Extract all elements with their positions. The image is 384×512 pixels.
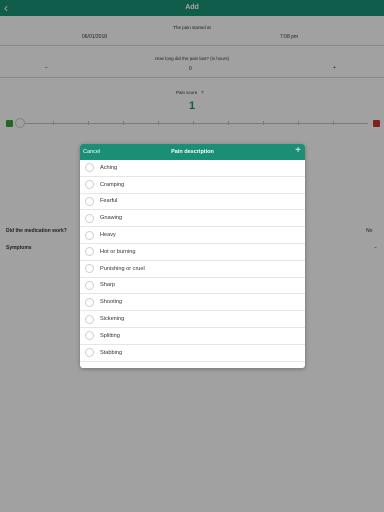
list-item-label: Aching xyxy=(100,164,118,171)
list-item-label: Hot or burning xyxy=(100,248,136,255)
pain-description-dialog: Cancel Pain description + Aching Crampin… xyxy=(80,144,305,368)
list-item-label: Sharp xyxy=(100,282,115,289)
list-item[interactable]: Aching xyxy=(80,160,305,177)
add-icon[interactable]: + xyxy=(295,145,301,157)
list-item-label: Shooting xyxy=(100,299,123,306)
list-item-label: Cramping xyxy=(100,181,125,188)
radio-icon[interactable] xyxy=(85,180,94,190)
radio-icon[interactable] xyxy=(85,163,94,173)
list-item[interactable]: Shooting xyxy=(80,294,305,312)
list-item[interactable]: Cramping xyxy=(80,177,305,194)
radio-icon[interactable] xyxy=(85,331,94,341)
pain-description-list[interactable]: Aching Cramping Fearful Gnawing Heavy Ho… xyxy=(80,160,305,368)
radio-icon[interactable] xyxy=(85,297,94,307)
list-item-label: Heavy xyxy=(100,232,116,239)
list-item[interactable]: Sickening xyxy=(80,311,305,328)
radio-icon[interactable] xyxy=(85,264,94,274)
list-item-label: Punishing or cruel xyxy=(100,265,145,272)
list-item[interactable]: Punishing or cruel xyxy=(80,261,305,278)
list-item[interactable]: Sharp xyxy=(80,278,305,295)
radio-icon[interactable] xyxy=(85,196,94,206)
radio-icon[interactable] xyxy=(85,247,94,257)
list-item[interactable]: Fearful xyxy=(80,194,305,211)
dialog-header: Cancel Pain description + xyxy=(80,144,305,160)
list-item-label: Splitting xyxy=(100,332,120,339)
radio-icon[interactable] xyxy=(85,213,94,223)
list-item-label: Fearful xyxy=(100,198,118,205)
dialog-title: Pain description xyxy=(171,149,214,155)
radio-icon[interactable] xyxy=(85,314,94,324)
list-item[interactable]: Splitting xyxy=(80,328,305,345)
list-item-label: Sickening xyxy=(100,316,125,323)
list-item-label: Stabbing xyxy=(100,349,123,356)
radio-icon[interactable] xyxy=(85,230,94,240)
list-item-label: Gnawing xyxy=(100,215,123,222)
list-item[interactable]: Stabbing xyxy=(80,345,305,362)
list-item[interactable]: Gnawing xyxy=(80,210,305,228)
list-item[interactable]: Hot or burning xyxy=(80,244,305,261)
radio-icon[interactable] xyxy=(85,348,94,358)
radio-icon[interactable] xyxy=(85,280,94,290)
list-item[interactable]: Heavy xyxy=(80,227,305,244)
